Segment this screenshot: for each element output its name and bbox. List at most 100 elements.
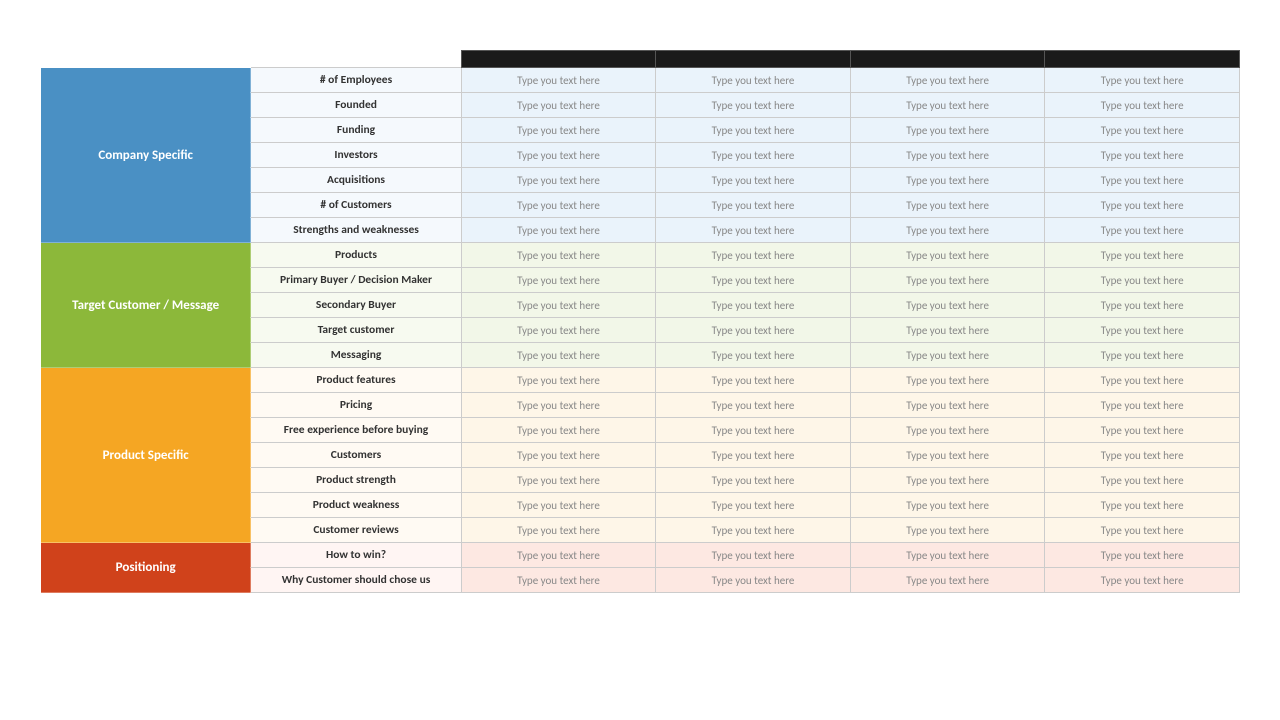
data-cell-product-0-comp2[interactable]: Type you text here bbox=[656, 368, 851, 393]
data-cell-target-4-comp3[interactable]: Type you text here bbox=[850, 343, 1045, 368]
data-cell-product-6-comp4[interactable]: Type you text here bbox=[1045, 518, 1240, 543]
row-label: # of Employees bbox=[251, 68, 461, 93]
data-cell-company-1-comp3[interactable]: Type you text here bbox=[850, 93, 1045, 118]
data-cell-product-1-comp3[interactable]: Type you text here bbox=[850, 393, 1045, 418]
data-cell-product-0-comp4[interactable]: Type you text here bbox=[1045, 368, 1240, 393]
row-label: Funding bbox=[251, 118, 461, 143]
data-cell-positioning-1-comp3[interactable]: Type you text here bbox=[850, 568, 1045, 593]
data-cell-product-1-comp4[interactable]: Type you text here bbox=[1045, 393, 1240, 418]
data-cell-target-2-comp4[interactable]: Type you text here bbox=[1045, 293, 1240, 318]
header-comp1 bbox=[461, 51, 656, 68]
data-cell-target-0-comp3[interactable]: Type you text here bbox=[850, 243, 1045, 268]
data-cell-positioning-0-comp4[interactable]: Type you text here bbox=[1045, 543, 1240, 568]
data-cell-product-3-comp3[interactable]: Type you text here bbox=[850, 443, 1045, 468]
data-cell-positioning-1-comp1[interactable]: Type you text here bbox=[461, 568, 656, 593]
data-cell-company-3-comp3[interactable]: Type you text here bbox=[850, 143, 1045, 168]
data-cell-product-5-comp2[interactable]: Type you text here bbox=[656, 493, 851, 518]
data-cell-company-2-comp1[interactable]: Type you text here bbox=[461, 118, 656, 143]
data-cell-positioning-0-comp2[interactable]: Type you text here bbox=[656, 543, 851, 568]
table-row: Product SpecificProduct featuresType you… bbox=[41, 368, 1240, 393]
data-cell-product-3-comp1[interactable]: Type you text here bbox=[461, 443, 656, 468]
row-label: Strengths and weaknesses bbox=[251, 218, 461, 243]
data-cell-product-4-comp3[interactable]: Type you text here bbox=[850, 468, 1045, 493]
data-cell-product-4-comp1[interactable]: Type you text here bbox=[461, 468, 656, 493]
data-cell-positioning-0-comp3[interactable]: Type you text here bbox=[850, 543, 1045, 568]
header-comp3 bbox=[850, 51, 1045, 68]
data-cell-product-0-comp1[interactable]: Type you text here bbox=[461, 368, 656, 393]
data-cell-target-3-comp2[interactable]: Type you text here bbox=[656, 318, 851, 343]
data-cell-positioning-1-comp4[interactable]: Type you text here bbox=[1045, 568, 1240, 593]
data-cell-company-5-comp4[interactable]: Type you text here bbox=[1045, 193, 1240, 218]
data-cell-company-3-comp4[interactable]: Type you text here bbox=[1045, 143, 1240, 168]
row-label: Customer reviews bbox=[251, 518, 461, 543]
data-cell-company-2-comp4[interactable]: Type you text here bbox=[1045, 118, 1240, 143]
data-cell-company-1-comp1[interactable]: Type you text here bbox=[461, 93, 656, 118]
data-cell-positioning-0-comp1[interactable]: Type you text here bbox=[461, 543, 656, 568]
row-label: Pricing bbox=[251, 393, 461, 418]
data-cell-product-6-comp2[interactable]: Type you text here bbox=[656, 518, 851, 543]
row-label: Products bbox=[251, 243, 461, 268]
data-cell-company-1-comp4[interactable]: Type you text here bbox=[1045, 93, 1240, 118]
data-cell-product-1-comp2[interactable]: Type you text here bbox=[656, 393, 851, 418]
data-cell-product-2-comp2[interactable]: Type you text here bbox=[656, 418, 851, 443]
row-label: Free experience before buying bbox=[251, 418, 461, 443]
data-cell-target-3-comp3[interactable]: Type you text here bbox=[850, 318, 1045, 343]
data-cell-company-6-comp4[interactable]: Type you text here bbox=[1045, 218, 1240, 243]
data-cell-target-4-comp4[interactable]: Type you text here bbox=[1045, 343, 1240, 368]
data-cell-company-3-comp1[interactable]: Type you text here bbox=[461, 143, 656, 168]
row-label: Investors bbox=[251, 143, 461, 168]
data-cell-target-2-comp2[interactable]: Type you text here bbox=[656, 293, 851, 318]
data-cell-product-5-comp4[interactable]: Type you text here bbox=[1045, 493, 1240, 518]
data-cell-company-1-comp2[interactable]: Type you text here bbox=[656, 93, 851, 118]
data-cell-company-6-comp3[interactable]: Type you text here bbox=[850, 218, 1045, 243]
data-cell-company-5-comp3[interactable]: Type you text here bbox=[850, 193, 1045, 218]
data-cell-target-1-comp3[interactable]: Type you text here bbox=[850, 268, 1045, 293]
data-cell-product-2-comp3[interactable]: Type you text here bbox=[850, 418, 1045, 443]
data-cell-company-0-comp3[interactable]: Type you text here bbox=[850, 68, 1045, 93]
category-target: Target Customer / Message bbox=[41, 243, 251, 368]
data-cell-company-0-comp1[interactable]: Type you text here bbox=[461, 68, 656, 93]
data-cell-target-0-comp4[interactable]: Type you text here bbox=[1045, 243, 1240, 268]
data-cell-company-4-comp1[interactable]: Type you text here bbox=[461, 168, 656, 193]
data-cell-target-3-comp4[interactable]: Type you text here bbox=[1045, 318, 1240, 343]
data-cell-company-2-comp3[interactable]: Type you text here bbox=[850, 118, 1045, 143]
data-cell-product-5-comp3[interactable]: Type you text here bbox=[850, 493, 1045, 518]
data-cell-target-4-comp2[interactable]: Type you text here bbox=[656, 343, 851, 368]
data-cell-company-3-comp2[interactable]: Type you text here bbox=[656, 143, 851, 168]
data-cell-product-4-comp2[interactable]: Type you text here bbox=[656, 468, 851, 493]
data-cell-target-1-comp1[interactable]: Type you text here bbox=[461, 268, 656, 293]
data-cell-product-0-comp3[interactable]: Type you text here bbox=[850, 368, 1045, 393]
data-cell-product-3-comp4[interactable]: Type you text here bbox=[1045, 443, 1240, 468]
data-cell-product-2-comp4[interactable]: Type you text here bbox=[1045, 418, 1240, 443]
row-label: Secondary Buyer bbox=[251, 293, 461, 318]
data-cell-company-6-comp1[interactable]: Type you text here bbox=[461, 218, 656, 243]
data-cell-target-1-comp2[interactable]: Type you text here bbox=[656, 268, 851, 293]
data-cell-company-4-comp2[interactable]: Type you text here bbox=[656, 168, 851, 193]
row-label: Why Customer should chose us bbox=[251, 568, 461, 593]
data-cell-product-1-comp1[interactable]: Type you text here bbox=[461, 393, 656, 418]
data-cell-product-6-comp3[interactable]: Type you text here bbox=[850, 518, 1045, 543]
data-cell-product-3-comp2[interactable]: Type you text here bbox=[656, 443, 851, 468]
data-cell-product-6-comp1[interactable]: Type you text here bbox=[461, 518, 656, 543]
data-cell-company-2-comp2[interactable]: Type you text here bbox=[656, 118, 851, 143]
data-cell-target-2-comp1[interactable]: Type you text here bbox=[461, 293, 656, 318]
data-cell-company-5-comp1[interactable]: Type you text here bbox=[461, 193, 656, 218]
data-cell-target-0-comp2[interactable]: Type you text here bbox=[656, 243, 851, 268]
data-cell-company-4-comp3[interactable]: Type you text here bbox=[850, 168, 1045, 193]
data-cell-target-4-comp1[interactable]: Type you text here bbox=[461, 343, 656, 368]
data-cell-company-0-comp4[interactable]: Type you text here bbox=[1045, 68, 1240, 93]
data-cell-target-3-comp1[interactable]: Type you text here bbox=[461, 318, 656, 343]
data-cell-product-4-comp4[interactable]: Type you text here bbox=[1045, 468, 1240, 493]
data-cell-company-4-comp4[interactable]: Type you text here bbox=[1045, 168, 1240, 193]
data-cell-product-5-comp1[interactable]: Type you text here bbox=[461, 493, 656, 518]
data-cell-target-0-comp1[interactable]: Type you text here bbox=[461, 243, 656, 268]
data-cell-positioning-1-comp2[interactable]: Type you text here bbox=[656, 568, 851, 593]
data-cell-company-0-comp2[interactable]: Type you text here bbox=[656, 68, 851, 93]
data-cell-target-2-comp3[interactable]: Type you text here bbox=[850, 293, 1045, 318]
row-label: Product strength bbox=[251, 468, 461, 493]
data-cell-target-1-comp4[interactable]: Type you text here bbox=[1045, 268, 1240, 293]
data-cell-product-2-comp1[interactable]: Type you text here bbox=[461, 418, 656, 443]
row-label: # of Customers bbox=[251, 193, 461, 218]
data-cell-company-6-comp2[interactable]: Type you text here bbox=[656, 218, 851, 243]
data-cell-company-5-comp2[interactable]: Type you text here bbox=[656, 193, 851, 218]
